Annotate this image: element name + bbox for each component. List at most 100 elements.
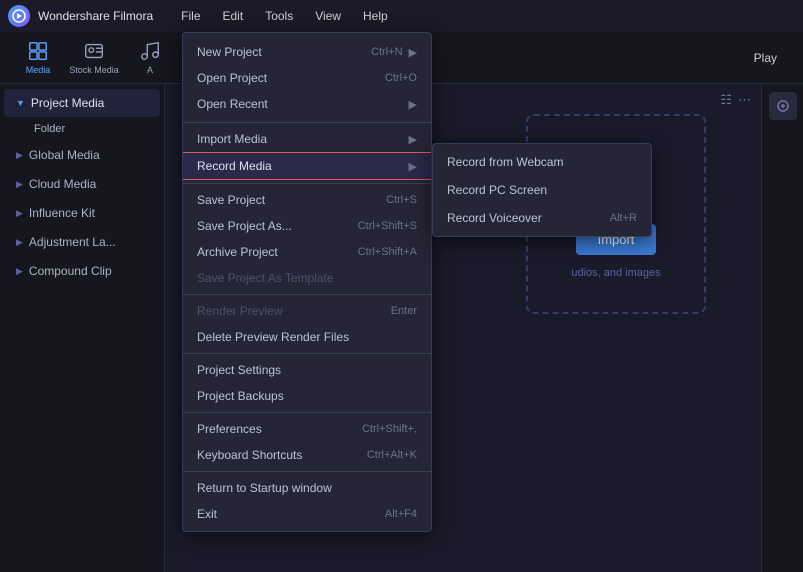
content-toolbar: ☷ ⋯ bbox=[720, 92, 751, 108]
app-logo bbox=[8, 5, 30, 27]
sidebar: ▼ Project Media Folder ▶ Global Media ▶ … bbox=[0, 84, 165, 572]
menu-exit[interactable]: Exit Alt+F4 bbox=[183, 501, 431, 527]
record-media-label: Record Media bbox=[197, 159, 272, 173]
new-project-label: New Project bbox=[197, 45, 262, 59]
menu-edit[interactable]: Edit bbox=[213, 5, 254, 27]
save-project-as-shortcut: Ctrl+Shift+S bbox=[358, 220, 417, 232]
open-recent-label: Open Recent bbox=[197, 97, 268, 111]
tab-audio[interactable]: A bbox=[124, 36, 176, 80]
archive-project-label: Archive Project bbox=[197, 245, 278, 259]
save-project-label: Save Project bbox=[197, 193, 265, 207]
tab-audio-label: A bbox=[147, 65, 153, 75]
menu-save-project[interactable]: Save Project Ctrl+S bbox=[183, 187, 431, 213]
menu-save-project-as[interactable]: Save Project As... Ctrl+Shift+S bbox=[183, 213, 431, 239]
menu-archive-project[interactable]: Archive Project Ctrl+Shift+A bbox=[183, 239, 431, 265]
menu-new-project[interactable]: New Project Ctrl+N ▶ bbox=[183, 39, 431, 65]
chevron-icon-2: ▶ bbox=[16, 179, 23, 190]
chevron-icon: ▶ bbox=[16, 150, 23, 161]
file-dropdown-menu[interactable]: New Project Ctrl+N ▶ Open Project Ctrl+O… bbox=[182, 32, 432, 532]
arrow-icon: ▼ bbox=[16, 98, 25, 108]
record-submenu[interactable]: Record from Webcam Record PC Screen Reco… bbox=[432, 143, 652, 237]
keyboard-shortcuts-label: Keyboard Shortcuts bbox=[197, 448, 302, 462]
tab-media[interactable]: Media bbox=[12, 36, 64, 80]
menu-help[interactable]: Help bbox=[353, 5, 398, 27]
sidebar-label-folder: Folder bbox=[34, 123, 65, 135]
exit-shortcut: Alt+F4 bbox=[385, 508, 417, 520]
open-recent-arrow: ▶ bbox=[409, 98, 417, 111]
tab-stock-media[interactable]: Stock Media bbox=[68, 36, 120, 80]
divider-2 bbox=[183, 183, 431, 184]
app-name: Wondershare Filmora bbox=[38, 9, 153, 23]
divider-6 bbox=[183, 471, 431, 472]
open-project-label: Open Project bbox=[197, 71, 267, 85]
menu-return-startup[interactable]: Return to Startup window bbox=[183, 475, 431, 501]
menu-open-recent[interactable]: Open Recent ▶ bbox=[183, 91, 431, 117]
new-project-shortcut: Ctrl+N bbox=[371, 46, 402, 58]
sidebar-item-cloud-media[interactable]: ▶ Cloud Media bbox=[4, 170, 160, 198]
divider-3 bbox=[183, 294, 431, 295]
submenu-pc-screen[interactable]: Record PC Screen bbox=[433, 176, 651, 204]
sidebar-label-adjustment-la: Adjustment La... bbox=[29, 235, 116, 249]
menu-section-new: New Project Ctrl+N ▶ Open Project Ctrl+O… bbox=[183, 37, 431, 119]
menu-save-template: Save Project As Template bbox=[183, 265, 431, 291]
project-settings-label: Project Settings bbox=[197, 363, 281, 377]
save-project-as-label: Save Project As... bbox=[197, 219, 292, 233]
sidebar-label-cloud-media: Cloud Media bbox=[29, 177, 96, 191]
import-media-arrow: ▶ bbox=[409, 133, 417, 146]
save-project-shortcut: Ctrl+S bbox=[386, 194, 417, 206]
keyboard-shortcuts-shortcut: Ctrl+Alt+K bbox=[367, 449, 417, 461]
menu-preferences[interactable]: Preferences Ctrl+Shift+, bbox=[183, 416, 431, 442]
sidebar-item-influence-kit[interactable]: ▶ Influence Kit bbox=[4, 199, 160, 227]
chevron-icon-4: ▶ bbox=[16, 237, 23, 248]
menu-keyboard-shortcuts[interactable]: Keyboard Shortcuts Ctrl+Alt+K bbox=[183, 442, 431, 468]
sidebar-item-folder[interactable]: Folder bbox=[24, 118, 160, 140]
divider-5 bbox=[183, 412, 431, 413]
project-backups-label: Project Backups bbox=[197, 389, 284, 403]
preferences-shortcut: Ctrl+Shift+, bbox=[362, 423, 417, 435]
menu-open-project[interactable]: Open Project Ctrl+O bbox=[183, 65, 431, 91]
menu-record-media[interactable]: Record Media ▶ bbox=[183, 152, 431, 180]
return-startup-label: Return to Startup window bbox=[197, 481, 332, 495]
titlebar: Wondershare Filmora File Edit Tools View… bbox=[0, 0, 803, 32]
menu-view[interactable]: View bbox=[305, 5, 351, 27]
menu-file[interactable]: File bbox=[171, 5, 210, 27]
render-preview-label: Render Preview bbox=[197, 304, 282, 318]
submenu-webcam[interactable]: Record from Webcam bbox=[433, 148, 651, 176]
voiceover-shortcut: Alt+R bbox=[610, 212, 637, 224]
filter-icon[interactable]: ☷ bbox=[720, 92, 732, 108]
chevron-icon-3: ▶ bbox=[16, 208, 23, 219]
menu-render-preview: Render Preview Enter bbox=[183, 298, 431, 324]
menu-import-media[interactable]: Import Media ▶ bbox=[183, 126, 431, 152]
delete-render-label: Delete Preview Render Files bbox=[197, 330, 349, 344]
save-template-label: Save Project As Template bbox=[197, 271, 334, 285]
import-media-label: Import Media bbox=[197, 132, 267, 146]
more-icon[interactable]: ⋯ bbox=[738, 92, 751, 108]
chevron-icon-5: ▶ bbox=[16, 266, 23, 277]
render-preview-shortcut: Enter bbox=[391, 305, 417, 317]
right-panel-btn-1[interactable] bbox=[769, 92, 797, 120]
preferences-label: Preferences bbox=[197, 422, 262, 436]
sidebar-item-compound-clip[interactable]: ▶ Compound Clip bbox=[4, 257, 160, 285]
archive-project-shortcut: Ctrl+Shift+A bbox=[358, 246, 417, 258]
play-btn[interactable]: Play bbox=[740, 45, 791, 71]
tab-media-label: Media bbox=[26, 65, 51, 75]
voiceover-label: Record Voiceover bbox=[447, 211, 542, 225]
menu-bar: File Edit Tools View Help bbox=[171, 5, 398, 27]
sidebar-item-global-media[interactable]: ▶ Global Media bbox=[4, 141, 160, 169]
pc-screen-label: Record PC Screen bbox=[447, 183, 547, 197]
menu-delete-render[interactable]: Delete Preview Render Files bbox=[183, 324, 431, 350]
import-hint: udios, and images bbox=[571, 267, 660, 279]
submenu-voiceover[interactable]: Record Voiceover Alt+R bbox=[433, 204, 651, 232]
sidebar-label-compound-clip: Compound Clip bbox=[29, 264, 112, 278]
menu-project-backups[interactable]: Project Backups bbox=[183, 383, 431, 409]
menu-tools[interactable]: Tools bbox=[255, 5, 303, 27]
menu-project-settings[interactable]: Project Settings bbox=[183, 357, 431, 383]
sidebar-item-project-media[interactable]: ▼ Project Media bbox=[4, 89, 160, 117]
sidebar-label-influence-kit: Influence Kit bbox=[29, 206, 95, 220]
sidebar-label-global-media: Global Media bbox=[29, 148, 100, 162]
divider-4 bbox=[183, 353, 431, 354]
sidebar-item-adjustment-la[interactable]: ▶ Adjustment La... bbox=[4, 228, 160, 256]
record-media-arrow: ▶ bbox=[409, 160, 417, 173]
divider-1 bbox=[183, 122, 431, 123]
exit-label: Exit bbox=[197, 507, 217, 521]
